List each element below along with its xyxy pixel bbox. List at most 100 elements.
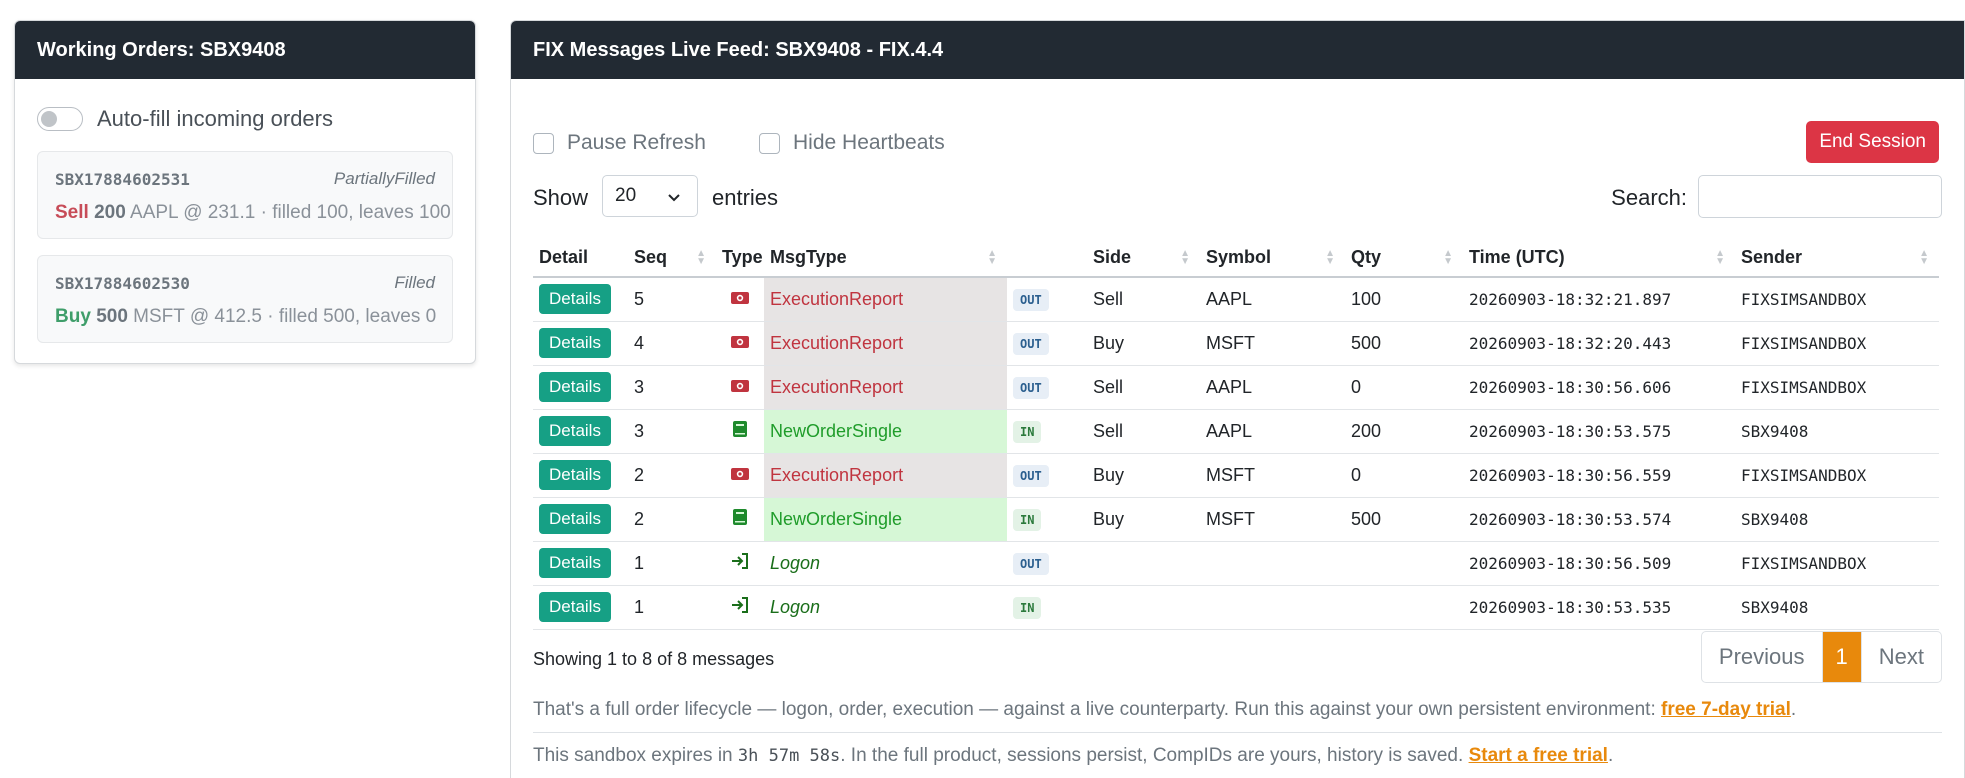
symbol-cell	[1200, 541, 1345, 586]
money-icon	[731, 465, 749, 486]
time-cell: 20260903-18:32:20.443	[1463, 321, 1735, 366]
direction-cell: OUT	[1007, 453, 1087, 498]
col-time-header[interactable]: Time (UTC) ▲ ▼	[1463, 239, 1735, 278]
order-id: SBX17884602530	[55, 274, 190, 293]
sender-cell: SBX9408	[1735, 409, 1939, 454]
note-period: .	[1790, 699, 1797, 720]
search-input[interactable]	[1698, 175, 1942, 218]
table-footer: Showing 1 to 8 of 8 messages Previous 1 …	[533, 631, 1942, 683]
checkbox-box[interactable]	[759, 132, 780, 154]
start-trial-link[interactable]: Start a free trial	[1469, 745, 1608, 766]
sender-cell: FIXSIMSANDBOX	[1735, 541, 1939, 586]
pause-refresh-checkbox[interactable]: Pause Refresh	[533, 131, 706, 155]
details-button[interactable]: Details	[539, 504, 611, 534]
pause-refresh-label: Pause Refresh	[567, 131, 706, 154]
direction-cell: OUT	[1007, 321, 1087, 366]
next-page-button[interactable]: Next	[1860, 632, 1941, 682]
fix-feed-title: FIX Messages Live Feed: SBX9408 - FIX.4.…	[511, 21, 1964, 79]
time-cell: 20260903-18:30:56.559	[1463, 453, 1735, 498]
pagination: Previous 1 Next	[1700, 631, 1942, 683]
symbol-cell: AAPL	[1200, 365, 1345, 410]
direction-badge: OUT	[1013, 332, 1049, 355]
col-sender-header[interactable]: Sender ▲ ▼	[1735, 239, 1939, 278]
type-cell	[716, 277, 764, 322]
type-cell	[716, 365, 764, 410]
direction-cell: OUT	[1007, 541, 1087, 586]
table-row: Details 5 ExecutionReport OUT Sell AAPL 100 202…	[533, 277, 1939, 322]
order-side: Sell	[55, 202, 89, 223]
autofill-label: Auto-fill incoming orders	[97, 106, 333, 131]
details-button[interactable]: Details	[539, 328, 611, 358]
time-cell: 20260903-18:30:56.606	[1463, 365, 1735, 410]
sandbox-expiry-note: This sandbox expires in 3h 57m 58s. In t…	[533, 732, 1942, 767]
detail-cell: Details	[533, 277, 628, 322]
table-row: Details 1 Logon IN 20260903-18:30:53.535 SBX9…	[533, 585, 1939, 630]
details-button[interactable]: Details	[539, 416, 611, 446]
seq-cell: 1	[628, 585, 716, 630]
previous-page-button[interactable]: Previous	[1702, 632, 1822, 682]
column-label: Sender	[1741, 247, 1803, 267]
msgtype-cell: NewOrderSingle	[764, 497, 1007, 542]
col-side-header[interactable]: Side ▲ ▼	[1087, 239, 1200, 278]
order-desc: MSFT @ 412.5 · filled 500, leaves 0	[133, 306, 437, 327]
entries-value: 20	[615, 185, 637, 206]
table-row: Details 3 NewOrderSingle IN Sell AAPL 200 20260…	[533, 409, 1939, 454]
sender-cell: FIXSIMSANDBOX	[1735, 277, 1939, 322]
seq-cell: 2	[628, 453, 716, 498]
details-button[interactable]: Details	[539, 548, 611, 578]
expiry-countdown: 3h 57m 58s	[737, 746, 841, 766]
order-qty: 200	[94, 202, 126, 223]
direction-badge: IN	[1013, 508, 1042, 531]
direction-cell: IN	[1007, 497, 1087, 542]
side-cell: Buy	[1087, 453, 1200, 498]
expiry-note-prefix: This sandbox expires in	[533, 745, 738, 766]
end-session-button[interactable]: End Session	[1806, 121, 1939, 163]
entries-select[interactable]: 20	[602, 175, 698, 217]
book-icon	[733, 508, 747, 530]
side-cell	[1087, 585, 1200, 630]
autofill-toggle-row[interactable]: Auto-fill incoming orders	[37, 101, 475, 137]
checkbox-box[interactable]	[533, 132, 554, 154]
working-orders-card: Working Orders: SBX9408 Auto-fill incomi…	[14, 20, 476, 364]
msgtype-cell: ExecutionReport	[764, 453, 1007, 498]
lifecycle-note-text: That's a full order lifecycle — logon, o…	[533, 699, 1662, 720]
sender-cell: FIXSIMSANDBOX	[1735, 365, 1939, 410]
details-button[interactable]: Details	[539, 284, 611, 315]
free-trial-link[interactable]: free 7-day trial	[1661, 699, 1791, 720]
details-button[interactable]: Details	[539, 460, 611, 490]
qty-cell	[1345, 541, 1463, 586]
order-status: PartiallyFilled	[333, 169, 435, 188]
hide-heartbeats-checkbox[interactable]: Hide Heartbeats	[759, 131, 945, 155]
page-1-button[interactable]: 1	[1821, 632, 1861, 682]
direction-cell: IN	[1007, 585, 1087, 630]
order-desc: AAPL @ 231.1 · filled 100, leaves 100	[130, 202, 451, 223]
direction-badge: OUT	[1013, 552, 1049, 575]
col-symbol-header[interactable]: Symbol ▲ ▼	[1200, 239, 1345, 278]
col-msgtype-header[interactable]: MsgType ▲ ▼	[764, 239, 1007, 278]
order-card: SBX17884602531 PartiallyFilled Sell 200 …	[37, 151, 453, 239]
detail-cell: Details	[533, 365, 628, 410]
autofill-toggle[interactable]	[37, 107, 83, 131]
direction-cell: OUT	[1007, 277, 1087, 322]
direction-cell: IN	[1007, 409, 1087, 454]
qty-cell: 500	[1345, 321, 1463, 366]
column-label: MsgType	[770, 247, 847, 267]
qty-cell: 200	[1345, 409, 1463, 454]
col-seq-header[interactable]: Seq ▲ ▼	[628, 239, 716, 278]
order-side: Buy	[55, 306, 91, 327]
details-button[interactable]: Details	[539, 372, 611, 402]
sender-cell: FIXSIMSANDBOX	[1735, 453, 1939, 498]
details-button[interactable]: Details	[539, 592, 611, 622]
detail-cell: Details	[533, 409, 628, 454]
side-cell: Buy	[1087, 497, 1200, 542]
table-row: Details 2 ExecutionReport OUT Buy MSFT 0 202609…	[533, 453, 1939, 498]
qty-cell: 0	[1345, 453, 1463, 498]
login-icon	[731, 596, 749, 618]
col-detail-header: Detail	[533, 239, 628, 278]
toggle-knob	[41, 111, 57, 127]
seq-cell: 2	[628, 497, 716, 542]
side-cell: Sell	[1087, 365, 1200, 410]
column-label: Side	[1093, 247, 1132, 267]
col-qty-header[interactable]: Qty ▲ ▼	[1345, 239, 1463, 278]
show-label: Show	[533, 185, 589, 210]
